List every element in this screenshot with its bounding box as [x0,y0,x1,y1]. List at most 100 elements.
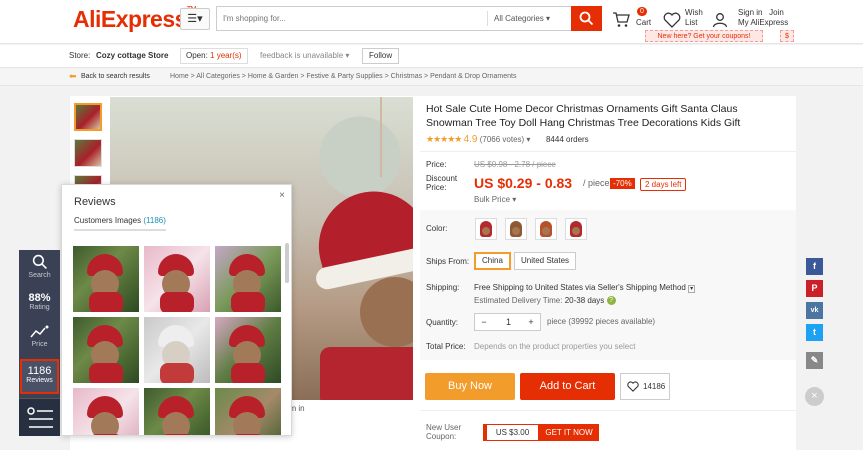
votes-link[interactable]: (7066 votes) [480,135,524,144]
divider [420,151,796,152]
search-category-select[interactable]: All Categories ▾ [487,11,567,26]
cart-label[interactable]: Cart [636,18,651,28]
heart-icon[interactable] [663,12,681,31]
price-label: Price: [426,160,447,169]
tab-customer-images[interactable]: Customers Images (1186) [74,216,166,231]
search-bar: All Categories ▾ [216,6,602,31]
close-icon[interactable]: × [279,190,285,201]
category-menu-button[interactable]: ☰▾ [180,8,210,30]
review-image[interactable] [215,246,281,312]
new-user-coupon-label: New User Coupon: [426,423,462,441]
facebook-share-icon[interactable]: f [806,258,823,275]
shipping-method[interactable]: Free Shipping to United States via Selle… [474,283,696,293]
price-trend-icon [29,325,48,338]
heart-icon [627,381,639,393]
thumbnail-2[interactable] [74,139,102,167]
get-coupon-button[interactable]: GET IT NOW [539,424,599,441]
review-image[interactable] [215,317,281,383]
breadcrumb-path[interactable]: Home > All Categories > Home & Garden > … [170,73,516,80]
sidebar-search[interactable]: Search [19,254,60,279]
help-icon[interactable]: ? [606,296,616,306]
buy-now-button[interactable]: Buy Now [425,373,515,400]
product-title: Hot Sale Cute Home Decor Christmas Ornam… [426,103,741,129]
discount-price-label: Discount Price: [426,174,458,192]
breadcrumb: ⬅ Back to search results Home > All Cate… [0,69,863,86]
settings-menu-icon [27,407,53,428]
pinterest-share-icon[interactable]: P [806,280,823,297]
total-price-hint: Depends on the product properties you se… [474,342,636,351]
search-icon [32,254,47,269]
reviews-popup: Reviews × Customers Images (1186) [61,184,292,436]
original-price: US $0.98 - 2.78 / piece [474,160,556,169]
store-label: Store: [69,51,91,60]
sidebar-price[interactable]: Price [19,325,60,348]
discount-price: US $0.29 - 0.83 [474,175,573,191]
twitter-share-icon[interactable]: t [806,324,823,341]
color-swatch-2[interactable] [505,218,527,240]
review-image[interactable] [73,317,139,383]
review-image[interactable] [215,388,281,435]
star-rating-icon: ★★★★★ [426,134,462,144]
store-open-duration: Open: 1 year(s) [180,48,248,64]
reviews-count: 1186 [27,365,52,377]
color-swatch-3[interactable] [535,218,557,240]
color-swatch-4[interactable] [565,218,587,240]
add-to-wishlist-button[interactable]: 14186 [620,373,670,400]
ships-from-china[interactable]: China [474,252,511,270]
rating-percent: 88% [28,292,51,304]
back-to-search-link[interactable]: Back to search results [81,73,150,80]
review-image[interactable] [144,317,210,383]
vk-share-icon[interactable]: vk [806,302,823,319]
store-name-link[interactable]: Cozy cottage Store [96,51,168,60]
review-image[interactable] [73,388,139,435]
rating-row: ★★★★★ 4.9 (7066 votes) ▾ 8444 orders [426,134,589,145]
close-share-icon[interactable]: × [805,387,824,406]
search-icon [579,11,594,26]
sidebar-reviews[interactable]: 1186 Reviews [20,359,59,394]
store-bar: Store: Cozy cottage Store Open: 1 year(s… [0,45,863,68]
delivery-time: Estimated Delivery Time: 20-38 days ? [474,296,616,306]
quantity-increase-button[interactable]: + [522,314,540,330]
total-price-label: Total Price: [426,342,466,351]
cart-count-badge: 0 [637,7,647,16]
cart-icon[interactable] [612,12,630,31]
divider [420,410,796,411]
search-button[interactable] [571,6,602,31]
new-user-coupon-tip[interactable]: New here? Get your coupons! [645,30,763,42]
sidebar-rating[interactable]: 88% Rating [19,292,60,311]
quantity-label: Quantity: [426,318,459,327]
edit-icon[interactable]: ✎ [806,352,823,369]
add-to-cart-button[interactable]: Add to Cart [520,373,615,400]
sidebar-menu-button[interactable] [19,398,60,436]
join-link[interactable]: Join [769,8,784,17]
quantity-input[interactable]: 1 [493,314,524,330]
review-image[interactable] [144,388,210,435]
ships-from-label: Ships From: [426,257,470,266]
reviews-popup-title: Reviews [74,196,116,208]
store-feedback-status[interactable]: feedback is unavailable ▾ [260,51,349,60]
review-image[interactable] [73,246,139,312]
search-input[interactable] [223,7,483,30]
days-left-badge: 2 days left [640,178,687,191]
wish-list-link[interactable]: Wish List [685,8,703,28]
follow-store-button[interactable]: Follow [362,48,400,64]
aliexpress-logo[interactable]: AliExpressTM [73,6,197,33]
ships-from-united-states[interactable]: United States [514,252,577,270]
sign-in-link[interactable]: Sign in Join My AliExpress [738,8,788,28]
coupon-dollar-tag[interactable]: $ [780,30,794,42]
bulk-price-link[interactable]: Bulk Price ▾ [474,195,516,204]
discount-percent-badge: -70% [610,178,635,189]
quantity-decrease-button[interactable]: − [475,314,493,330]
quantity-available: piece (39992 pieces available) [547,317,656,326]
orders-count: 8444 orders [545,135,589,144]
user-icon[interactable] [712,12,728,31]
color-swatch-1[interactable] [475,218,497,240]
rating-score: 4.9 [463,134,478,145]
shipping-label: Shipping: [426,283,460,292]
site-header: AliExpressTM ☰▾ All Categories ▾ 0 Cart … [0,0,863,44]
price-unit: / piece [583,178,610,188]
back-arrow-icon[interactable]: ⬅ [69,71,77,82]
scrollbar[interactable] [285,243,289,283]
review-image[interactable] [144,246,210,312]
thumbnail-1[interactable] [74,103,102,131]
